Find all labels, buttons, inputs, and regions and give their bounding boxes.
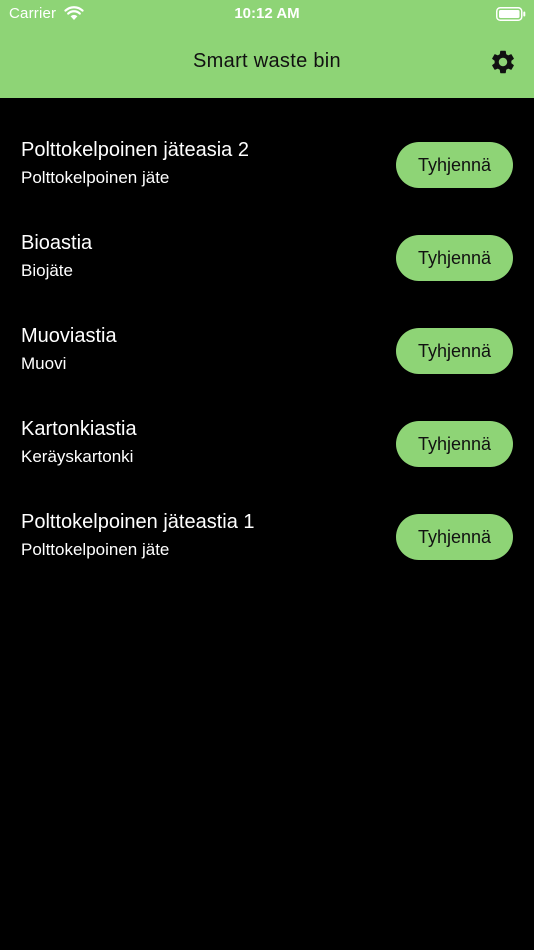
- empty-bin-button[interactable]: Tyhjennä: [396, 235, 513, 281]
- empty-bin-button[interactable]: Tyhjennä: [396, 328, 513, 374]
- list-item: Bioastia Biojäte Tyhjennä: [0, 213, 534, 306]
- bin-name: Polttokelpoinen jäteasia 2: [21, 139, 249, 161]
- bin-name: Bioastia: [21, 232, 93, 254]
- list-item: Kartonkiastia Keräyskartonki Tyhjennä: [0, 399, 534, 492]
- bin-type: Muovi: [21, 354, 67, 373]
- gear-icon[interactable]: [489, 48, 517, 76]
- list-item: Polttokelpoinen jäteasia 2 Polttokelpoin…: [0, 120, 534, 213]
- empty-bin-button[interactable]: Tyhjennä: [396, 142, 513, 188]
- bin-type: Biojäte: [21, 261, 73, 280]
- empty-bin-button[interactable]: Tyhjennä: [396, 421, 513, 467]
- status-bar: Carrier 10:12 AM: [0, 0, 534, 28]
- battery-full-icon: [496, 7, 526, 21]
- bin-type: Polttokelpoinen jäte: [21, 540, 170, 559]
- bin-name: Kartonkiastia: [21, 418, 137, 440]
- bin-name: Muoviastia: [21, 325, 117, 347]
- app-header: Carrier 10:12 AM Smart waste bin: [0, 0, 534, 98]
- empty-bin-button[interactable]: Tyhjennä: [396, 514, 513, 560]
- bin-list: Polttokelpoinen jäteasia 2 Polttokelpoin…: [0, 98, 534, 585]
- bin-type: Polttokelpoinen jäte: [21, 168, 170, 187]
- bin-type: Keräyskartonki: [21, 447, 134, 466]
- list-item: Polttokelpoinen jäteastia 1 Polttokelpoi…: [0, 492, 534, 585]
- page-title: Smart waste bin: [193, 50, 341, 72]
- status-time: 10:12 AM: [234, 5, 300, 22]
- list-item: Muoviastia Muovi Tyhjennä: [0, 306, 534, 399]
- bin-name: Polttokelpoinen jäteastia 1: [21, 511, 255, 533]
